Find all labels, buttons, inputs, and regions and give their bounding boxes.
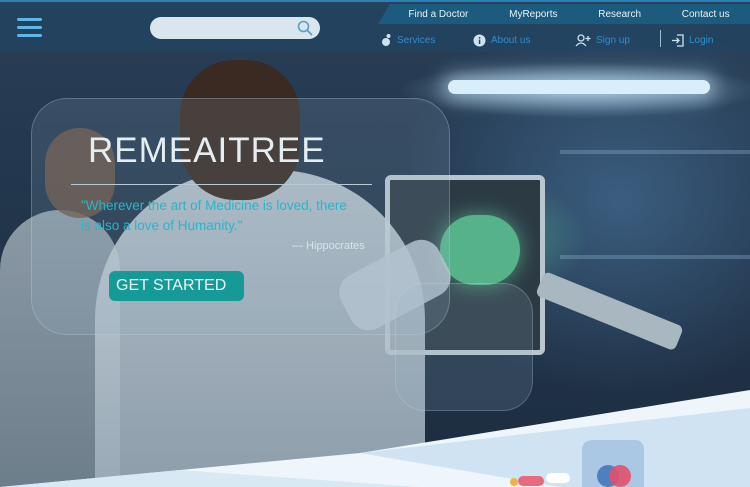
nav-sign-up-label: Sign up bbox=[596, 34, 630, 46]
top-navigation: Find a Doctor MyReports Research Contact… bbox=[378, 4, 750, 24]
header-bar: Find a Doctor MyReports Research Contact… bbox=[0, 0, 750, 52]
ceiling-lamp bbox=[448, 80, 710, 94]
nav-my-reports[interactable]: MyReports bbox=[509, 9, 557, 20]
nav-login-label: Login bbox=[689, 34, 714, 46]
hamburger-icon[interactable] bbox=[17, 18, 42, 38]
nav-services[interactable]: Services bbox=[380, 30, 435, 50]
nav-about-us-label: About us bbox=[491, 34, 531, 46]
lab-shelf bbox=[560, 255, 750, 259]
nav-services-label: Services bbox=[397, 34, 436, 46]
pill-decoration bbox=[510, 473, 570, 486]
title-divider bbox=[71, 184, 372, 185]
nav-divider bbox=[660, 30, 661, 47]
user-plus-icon bbox=[575, 33, 591, 46]
services-icon bbox=[382, 34, 391, 46]
login-icon bbox=[672, 33, 684, 47]
search-input[interactable] bbox=[150, 17, 320, 39]
nav-sign-up[interactable]: Sign up bbox=[575, 30, 630, 50]
get-started-button[interactable]: GET STARTED bbox=[109, 271, 244, 301]
info-icon bbox=[473, 34, 486, 46]
hero-title: REMEAITREE bbox=[88, 131, 326, 170]
quote-author: — Hippocrates bbox=[292, 240, 365, 252]
secondary-navigation: Services About us Sign up Login bbox=[378, 30, 750, 50]
search-icon[interactable] bbox=[297, 20, 313, 36]
medical-app-icon bbox=[582, 440, 644, 487]
lab-shelf bbox=[560, 150, 750, 154]
nav-login[interactable]: Login bbox=[671, 30, 713, 50]
nav-contact-us[interactable]: Contact us bbox=[682, 9, 730, 20]
hero-quote: "Wherever the art of Medicine is loved, … bbox=[81, 198, 347, 233]
nav-research[interactable]: Research bbox=[598, 9, 641, 20]
brain-scan-image bbox=[440, 215, 520, 285]
nav-find-a-doctor[interactable]: Find a Doctor bbox=[408, 9, 468, 20]
nav-about-us[interactable]: About us bbox=[473, 30, 530, 50]
